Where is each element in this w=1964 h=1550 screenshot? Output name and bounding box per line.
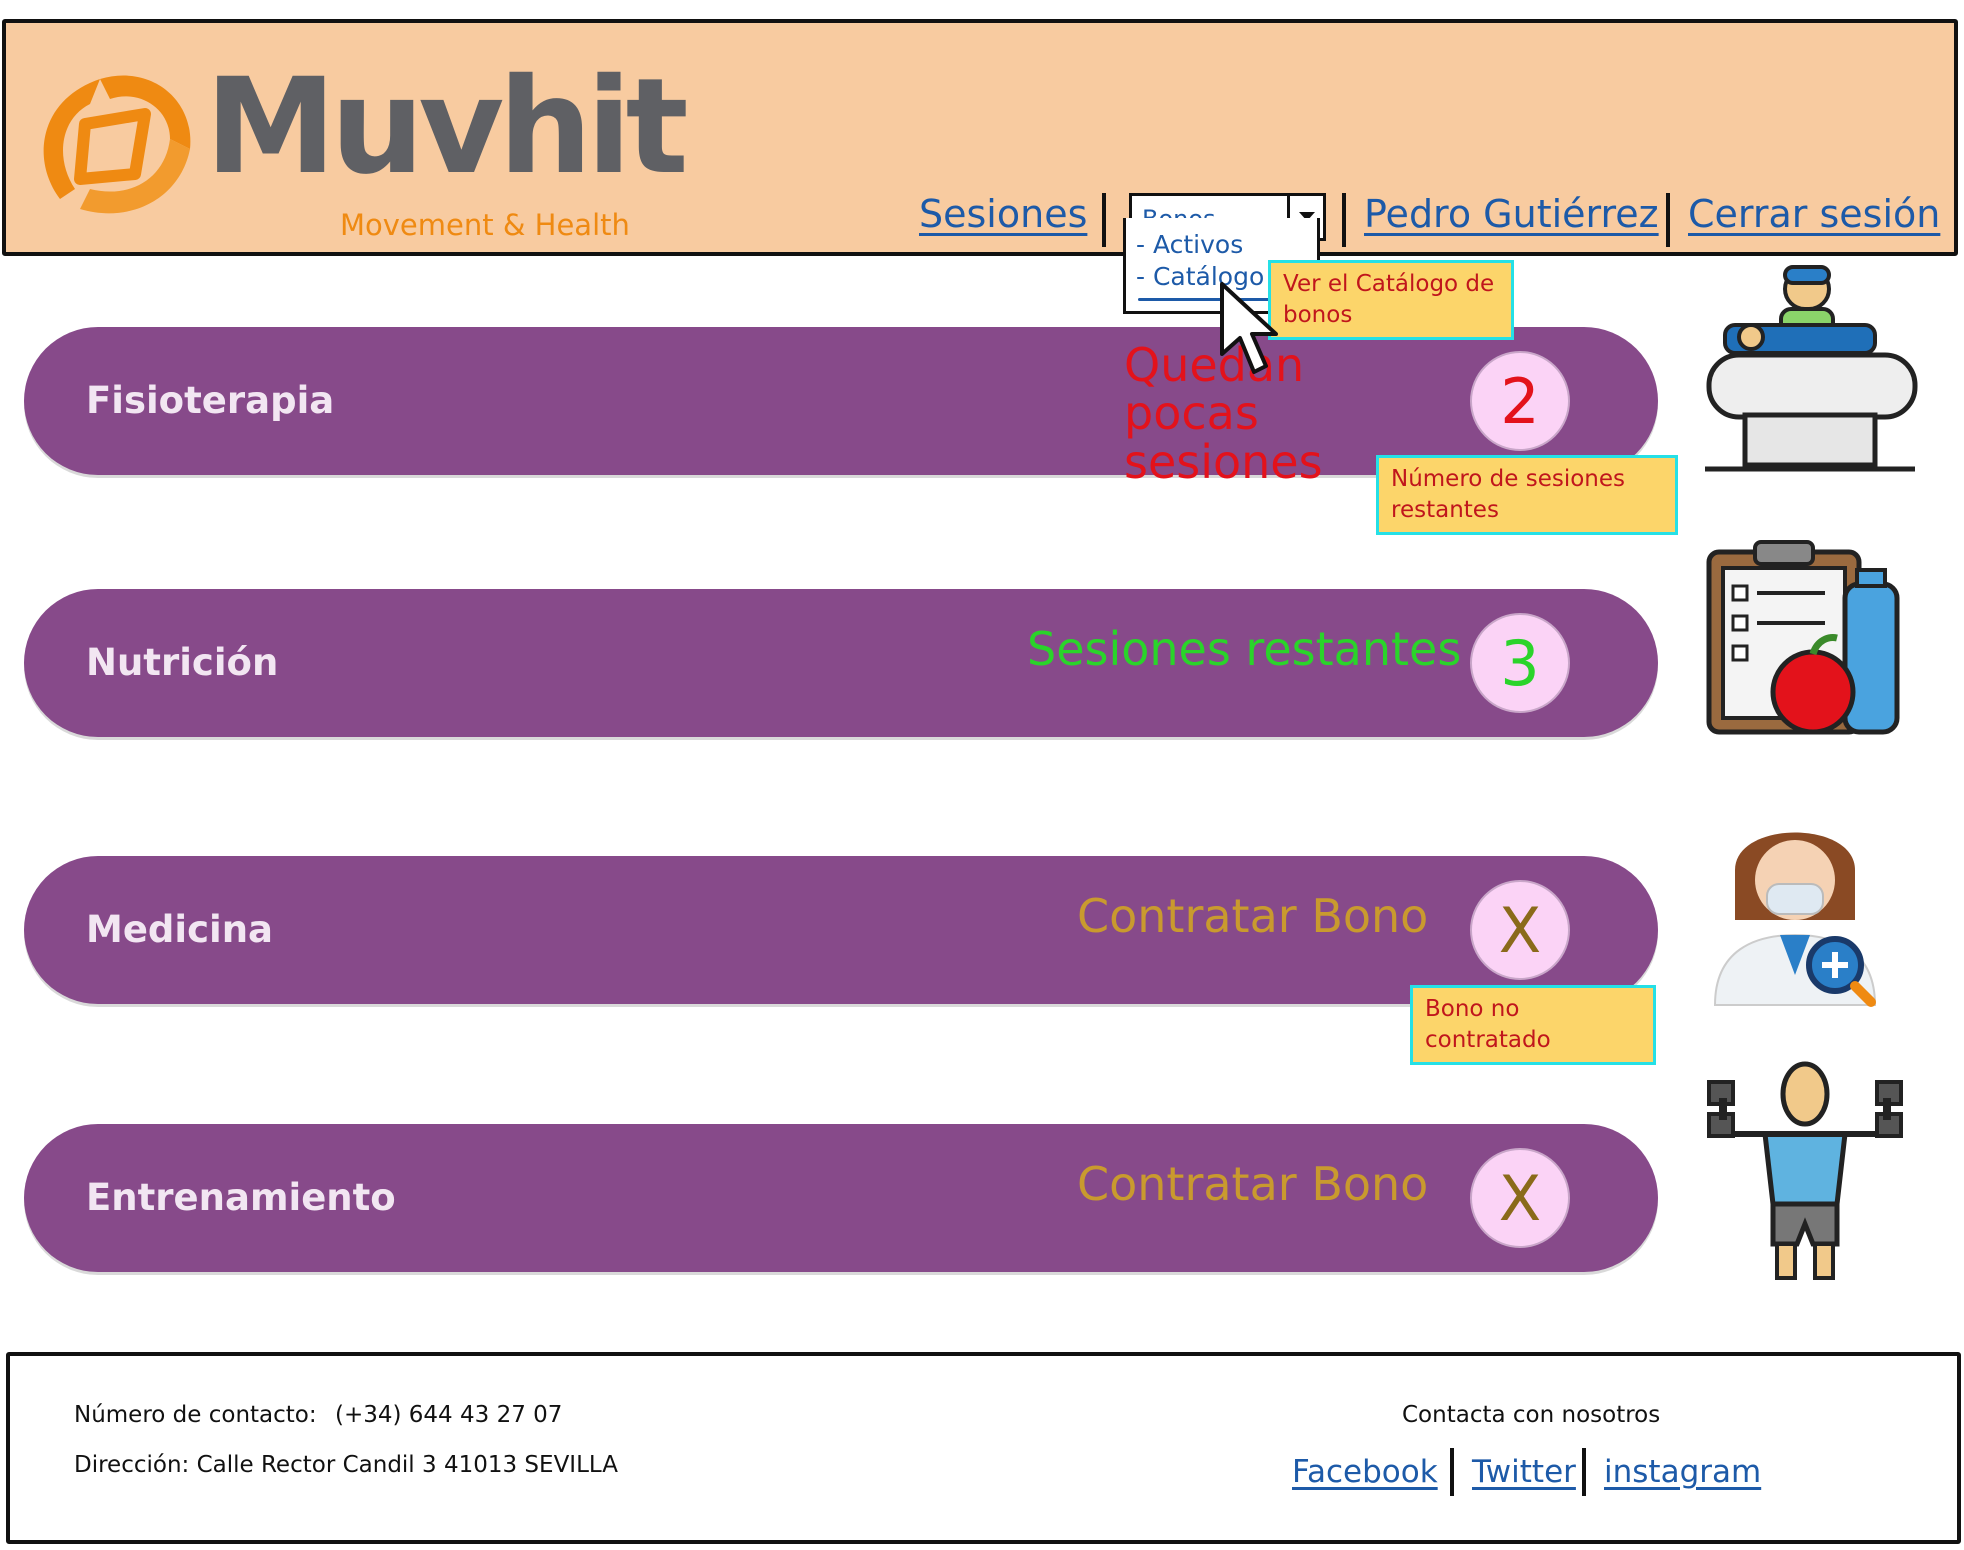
logo-wordmark: Muvhit — [205, 50, 689, 204]
nav-logout-link[interactable]: Cerrar sesión — [1688, 195, 1940, 233]
training-icon — [1707, 1061, 1903, 1280]
service-bar-nutricion[interactable]: Nutrición Sesiones restantes 3 — [24, 589, 1658, 737]
nav-sessions-link[interactable]: Sesiones — [919, 195, 1087, 233]
logo-mark-icon — [43, 75, 191, 214]
muvhit-logo[interactable]: Muvhit Movement & Health — [30, 43, 689, 243]
physiotherapy-icon — [1705, 265, 1918, 472]
service-bar-entrenamiento[interactable]: Entrenamiento Contratar Bono X — [24, 1124, 1658, 1272]
nav-separator — [1666, 193, 1670, 247]
service-name: Medicina — [86, 908, 274, 951]
nutrition-icon — [1706, 540, 1900, 735]
contact-phone: (+34) 644 43 27 07 — [335, 1402, 563, 1428]
contact-phone-label: Número de contacto: — [74, 1402, 317, 1428]
footer-separator — [1450, 1448, 1454, 1496]
nav-user-link[interactable]: Pedro Gutiérrez — [1364, 195, 1659, 233]
sessions-count-badge: 2 — [1470, 351, 1570, 451]
not-contracted-badge: X — [1470, 1148, 1570, 1248]
service-name: Fisioterapia — [86, 379, 335, 422]
header: Muvhit Movement & Health Sesiones Bonos … — [2, 19, 1958, 256]
service-bar-medicina[interactable]: Medicina Contratar Bono X — [24, 856, 1658, 1004]
contract-bono-link[interactable]: Contratar Bono — [1077, 892, 1428, 941]
doctor-icon — [1713, 832, 1877, 1007]
nav-separator — [1342, 193, 1346, 247]
nav-separator — [1102, 193, 1106, 247]
contract-bono-link[interactable]: Contratar Bono — [1077, 1160, 1428, 1209]
contact-address: Dirección: Calle Rector Candil 3 41013 S… — [74, 1452, 618, 1478]
annotation-remaining-sessions: Número de sesiones restantes — [1376, 455, 1678, 536]
service-bar-fisioterapia[interactable]: Fisioterapia Quedan pocas sesiones 2 — [24, 327, 1658, 486]
not-contracted-badge: X — [1470, 880, 1570, 980]
instagram-link[interactable]: instagram — [1604, 1454, 1761, 1490]
twitter-link[interactable]: Twitter — [1472, 1454, 1576, 1490]
mouse-cursor-icon — [1220, 282, 1278, 374]
footer-separator — [1582, 1448, 1586, 1496]
logo-tagline: Movement & Health — [340, 208, 630, 242]
facebook-link[interactable]: Facebook — [1292, 1454, 1438, 1490]
contact-title: Contacta con nosotros — [1402, 1402, 1661, 1428]
annotation-catalog: Ver el Catálogo de bonos — [1268, 260, 1514, 341]
annotation-not-contracted: Bono no contratado — [1410, 985, 1656, 1066]
service-status: Sesiones restantes — [1027, 622, 1462, 676]
dropdown-item-activos[interactable]: - Activos — [1136, 230, 1243, 259]
service-name: Entrenamiento — [86, 1176, 396, 1219]
service-name: Nutrición — [86, 641, 279, 684]
sessions-count-badge: 3 — [1470, 613, 1570, 713]
footer: Número de contacto: (+34) 644 43 27 07 D… — [6, 1352, 1961, 1544]
